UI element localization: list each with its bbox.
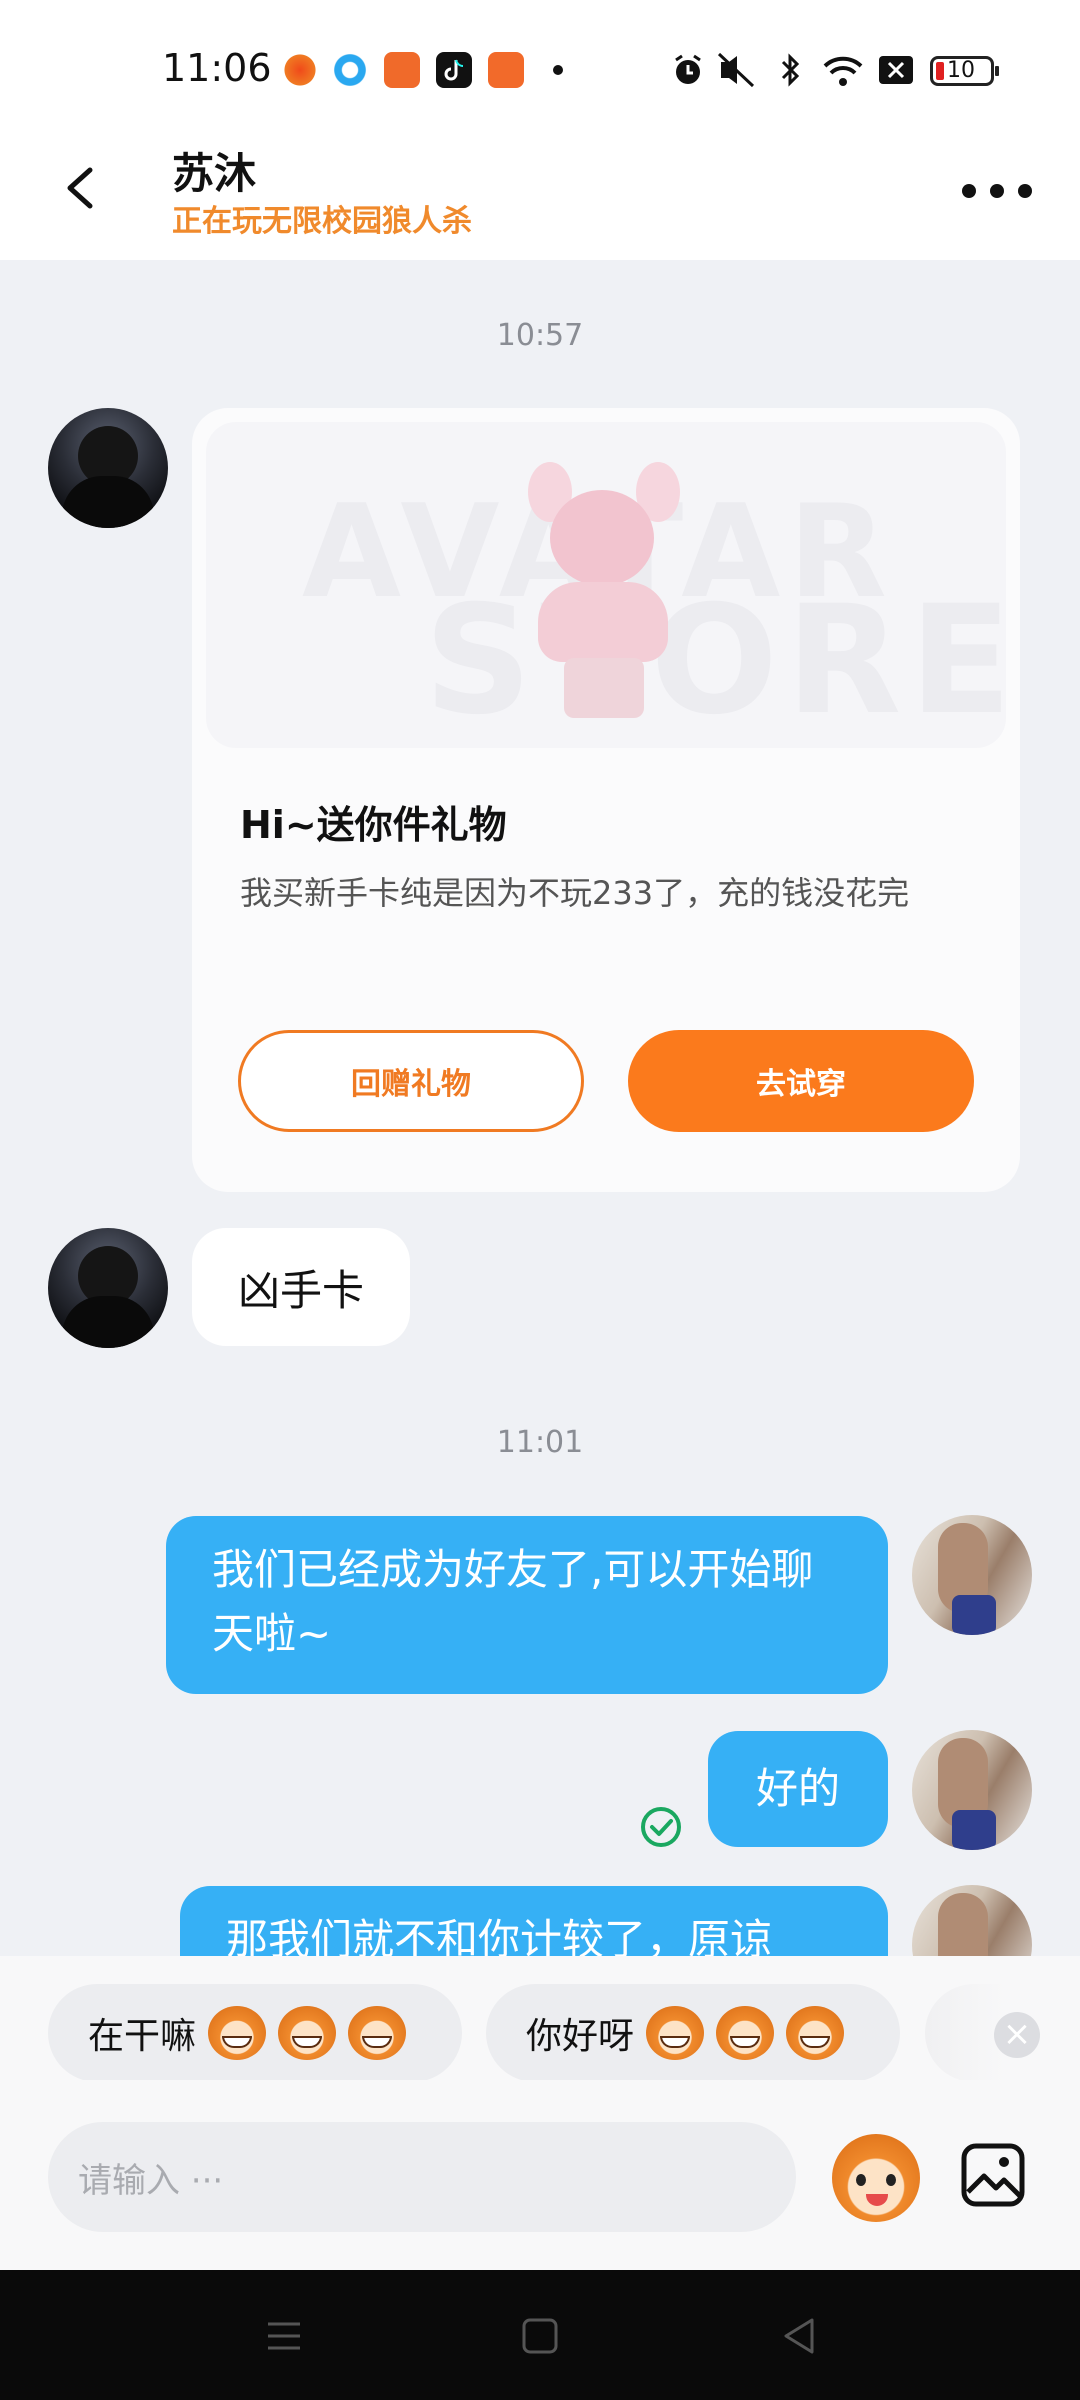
- no-sim-icon: [876, 50, 916, 90]
- gift-title: Hi~送你件礼物: [240, 803, 507, 847]
- my-avatar[interactable]: [912, 1730, 1032, 1850]
- quick-reply-chip[interactable]: 你好呀: [486, 1984, 900, 2080]
- outgoing-message-bubble[interactable]: 我们已经成为好友了,可以开始聊天啦~: [166, 1516, 888, 1694]
- contact-avatar[interactable]: [48, 408, 168, 528]
- back-icon[interactable]: [778, 2314, 822, 2358]
- battery-indicator: 10: [930, 56, 999, 86]
- mascot-emoji-icon: [716, 2006, 775, 2060]
- bluetooth-icon: [776, 50, 806, 90]
- tiktok-notification-icon: [436, 52, 472, 88]
- outgoing-message-bubble[interactable]: 好的: [708, 1731, 888, 1847]
- status-bar: 11:06 10: [0, 0, 1080, 140]
- more-icon[interactable]: [962, 178, 1032, 204]
- status-time: 11:06: [162, 46, 272, 90]
- gift-message-card[interactable]: AVATAR STORE Hi~送你件礼物 我买新手卡纯是因为不玩233了，充的…: [192, 408, 1020, 1192]
- home-icon[interactable]: [518, 2314, 562, 2358]
- quick-reply-chip[interactable]: 在干嘛: [48, 1984, 462, 2080]
- mascot-emoji-icon: [278, 2006, 337, 2060]
- store-watermark-bottom: STORE: [424, 574, 1006, 748]
- menu-icon[interactable]: [262, 2314, 306, 2358]
- shop-notification-icon: [488, 52, 524, 88]
- browser-notification-icon: [332, 52, 368, 88]
- game-notification-icon: [384, 52, 420, 88]
- system-navigation-bar: [0, 2270, 1080, 2400]
- app-notification-icon: [282, 52, 318, 88]
- close-icon[interactable]: ×: [994, 2012, 1040, 2058]
- try-on-button[interactable]: 去试穿: [628, 1030, 974, 1132]
- mascot-emoji-icon: [646, 2006, 705, 2060]
- message-input[interactable]: 请输入 ···: [48, 2122, 796, 2232]
- incoming-message-bubble[interactable]: 凶手卡: [192, 1228, 411, 1346]
- gift-preview-image[interactable]: AVATAR STORE: [206, 422, 1006, 748]
- message-timestamp: 10:57: [496, 318, 584, 353]
- quick-reply-chip-partial[interactable]: [925, 1984, 1005, 2080]
- read-check-icon: [640, 1806, 682, 1848]
- wifi-icon: [820, 50, 866, 90]
- picture-icon[interactable]: [960, 2142, 1026, 2208]
- contact-name[interactable]: 苏沐: [172, 140, 256, 201]
- return-gift-button[interactable]: 回赠礼物: [238, 1030, 584, 1132]
- mascot-emoji-icon: [786, 2006, 845, 2060]
- contact-avatar[interactable]: [48, 1228, 168, 1348]
- mascot-emoji-icon: [208, 2006, 267, 2060]
- back-arrow-icon[interactable]: [56, 160, 112, 216]
- message-timestamp: 11:01: [496, 1425, 584, 1460]
- message-input-bar: 请输入 ···: [0, 2080, 1080, 2270]
- quick-reply-bar: 在干嘛 你好呀 ×: [0, 1956, 1080, 2080]
- more-notifications-dot-icon: [552, 50, 564, 90]
- quick-reply-label: 在干嘛: [88, 2016, 197, 2057]
- alarm-icon: [668, 50, 708, 90]
- contact-status: 正在玩无限校园狼人杀: [172, 204, 472, 239]
- my-avatar[interactable]: [912, 1515, 1032, 1635]
- mascot-emoji-icon: [348, 2006, 407, 2060]
- quick-reply-label: 你好呀: [526, 2016, 635, 2057]
- emoji-sticker-button[interactable]: [832, 2134, 920, 2222]
- mute-icon: [712, 50, 762, 90]
- chat-header: 苏沐 正在玩无限校园狼人杀: [0, 140, 1080, 260]
- gift-description: 我买新手卡纯是因为不玩233了，充的钱没花完: [240, 874, 910, 912]
